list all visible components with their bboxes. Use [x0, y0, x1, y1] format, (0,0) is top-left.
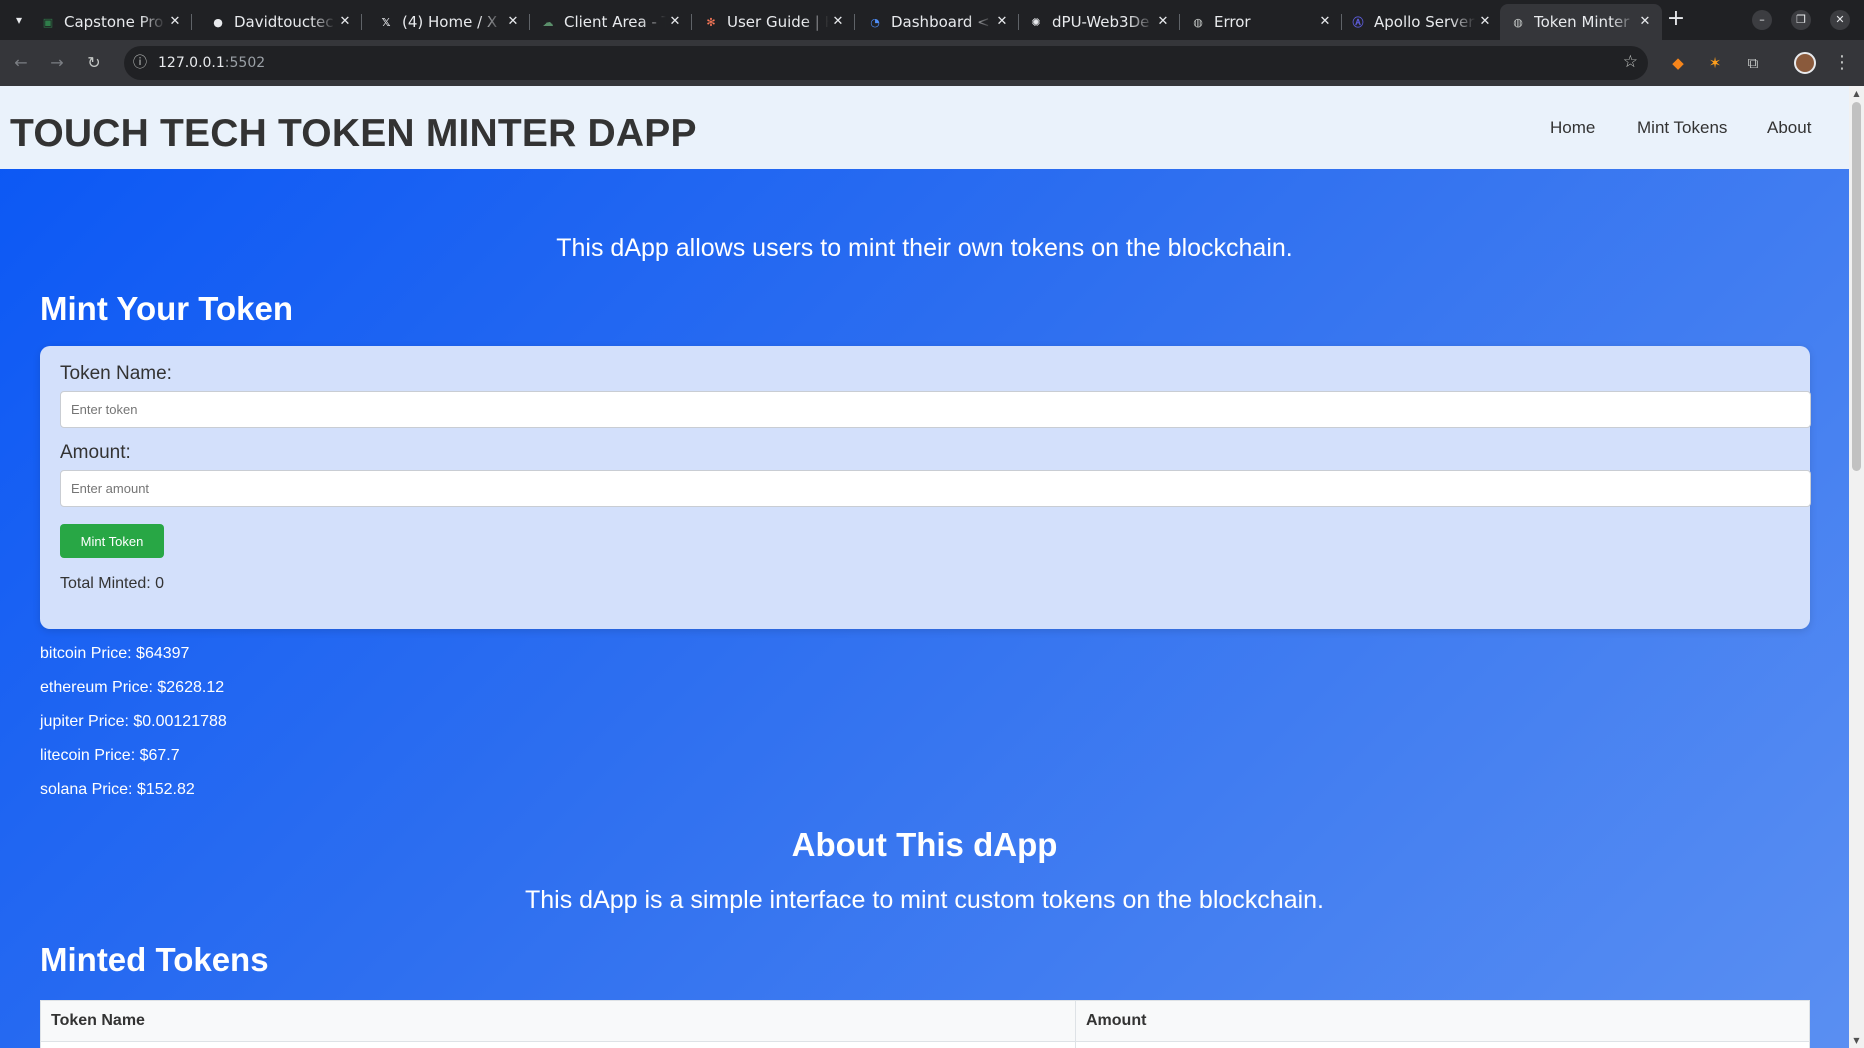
tab-title: Token Minter — [1534, 13, 1630, 31]
about-text: This dApp is a simple interface to mint … — [525, 886, 1324, 914]
table-cell — [1075, 1041, 1810, 1048]
tab-title: Apollo Server — [1374, 13, 1475, 31]
forward-button[interactable]: → — [46, 52, 68, 74]
restore-button[interactable]: ❐ — [1791, 10, 1811, 30]
url-text[interactable]: 127.0.0.1:5502 — [158, 55, 265, 71]
site-title: TOUCH TECH TOKEN MINTER DAPP — [10, 112, 697, 155]
tab-close-icon[interactable]: ✕ — [1476, 13, 1494, 31]
about-heading: About This dApp — [791, 826, 1058, 863]
x-icon: 𝕏 — [381, 15, 391, 29]
browser-tab[interactable]: ● Davidtouctec ✕ — [200, 4, 362, 40]
site-header: TOUCH TECH TOKEN MINTER DAPP Home Mint T… — [0, 86, 1849, 169]
total-minted-text: Total Minted: 0 — [60, 575, 165, 592]
bookmark-star-icon[interactable]: ☆ — [1623, 52, 1638, 72]
tab-close-icon[interactable]: ✕ — [336, 13, 354, 31]
minimize-button[interactable]: – — [1752, 10, 1772, 30]
column-header-amount: Amount — [1075, 1000, 1810, 1042]
openai-icon: ✺ — [1031, 15, 1041, 29]
new-tab-button[interactable]: + — [1664, 8, 1688, 32]
token-name-label: Token Name: — [60, 363, 172, 384]
tab-strip: ▾ ▣ Capstone Pro ✕ ● Davidtouctec ✕ 𝕏 (4) Home … — [0, 0, 1864, 40]
window-close-button[interactable]: ✕ — [1830, 10, 1850, 30]
intro-text: This dApp allows users to mint their own… — [556, 234, 1293, 262]
browser-tab[interactable]: ◔ Dashboard < ✕ — [857, 4, 1019, 40]
profile-avatar[interactable] — [1794, 52, 1816, 74]
minted-tokens-table: Token Name Amount — [40, 1000, 1810, 1048]
browser-tab[interactable]: ▣ Capstone Pro ✕ — [30, 4, 192, 40]
scroll-down-arrow-icon[interactable]: ▼ — [1849, 1033, 1864, 1048]
browser-tab[interactable]: 𝕏 (4) Home / X ✕ — [368, 4, 530, 40]
browser-menu-icon[interactable]: ⋮ — [1832, 52, 1852, 74]
nav-mint-tokens-link[interactable]: Mint Tokens — [1637, 118, 1727, 138]
tab-close-icon[interactable]: ✕ — [993, 13, 1011, 31]
minted-tokens-heading: Minted Tokens — [40, 941, 269, 978]
address-bar[interactable]: ⓘ 127.0.0.1:5502 ☆ — [124, 46, 1648, 80]
browser-tab[interactable]: Ⓐ Apollo Server ✕ — [1340, 4, 1502, 40]
browser-tab[interactable]: ☁ Client Area - T ✕ — [530, 4, 692, 40]
mint-token-button[interactable]: Mint Token — [60, 524, 164, 558]
page-viewport: TOUCH TECH TOKEN MINTER DAPP Home Mint T… — [0, 86, 1864, 1048]
browser-toolbar: ← → ↻ ⓘ 127.0.0.1:5502 ☆ ◆ ✶ ⧉ ⋮ — [0, 40, 1864, 86]
page-scrollbar[interactable]: ▲ ▼ — [1849, 86, 1864, 1048]
table-row — [40, 1041, 1810, 1048]
tab-close-icon[interactable]: ✕ — [1316, 13, 1334, 31]
tab-title: Error — [1214, 13, 1251, 31]
price-litecoin: litecoin Price: $67.7 — [40, 747, 180, 764]
tab-title: Capstone Pro — [64, 13, 164, 31]
apollo-icon: Ⓐ — [1352, 16, 1364, 29]
browser-tab[interactable]: ✻ User Guide | H ✕ — [693, 4, 855, 40]
table-header-row: Token Name Amount — [40, 1000, 1810, 1042]
mint-form-card: Token Name: Amount: Mint Token Total Min… — [40, 346, 1811, 629]
back-button[interactable]: ← — [10, 52, 32, 74]
tab-close-icon[interactable]: ✕ — [504, 13, 522, 31]
tab-search-button[interactable]: ▾ — [8, 9, 30, 31]
tab-title: Dashboard < — [891, 13, 990, 31]
tab-title: User Guide | H — [727, 13, 829, 31]
capstone-icon: ▣ — [42, 15, 54, 29]
tab-close-icon[interactable]: ✕ — [829, 13, 847, 31]
token-name-input[interactable] — [60, 391, 1811, 428]
table-cell — [40, 1041, 1076, 1048]
tab-close-icon[interactable]: ✕ — [666, 13, 684, 31]
globe-icon: ◍ — [1193, 15, 1203, 29]
price-solana: solana Price: $152.82 — [40, 781, 195, 798]
github-icon: ● — [213, 15, 223, 29]
cloud-icon: ☁ — [542, 15, 554, 29]
column-header-token-name: Token Name — [40, 1000, 1076, 1042]
scroll-up-arrow-icon[interactable]: ▲ — [1849, 86, 1864, 101]
tab-close-icon[interactable]: ✕ — [1636, 13, 1654, 31]
spark-extension-icon[interactable]: ✶ — [1704, 52, 1726, 74]
scrollbar-thumb[interactable] — [1852, 102, 1861, 471]
tab-close-icon[interactable]: ✕ — [1154, 13, 1172, 31]
tab-close-icon[interactable]: ✕ — [166, 13, 184, 31]
tab-title: Davidtouctec — [234, 13, 334, 31]
price-bitcoin: bitcoin Price: $64397 — [40, 645, 190, 662]
site-info-icon[interactable]: ⓘ — [128, 51, 152, 75]
browser-tab[interactable]: ◍ Error ✕ — [1180, 4, 1342, 40]
globe-icon: ◍ — [1513, 15, 1523, 29]
browser-tab[interactable]: ◍ Token Minter ✕ — [1500, 4, 1662, 40]
nav-about-link[interactable]: About — [1767, 118, 1811, 138]
hubspot-icon: ✻ — [706, 15, 716, 29]
amount-label: Amount: — [60, 442, 131, 463]
metamask-extension-icon[interactable]: ◆ — [1667, 52, 1689, 74]
browser-window: ▾ ▣ Capstone Pro ✕ ● Davidtouctec ✕ 𝕏 (4) Home … — [0, 0, 1864, 1048]
nav-home-link[interactable]: Home — [1550, 118, 1595, 138]
dashboard-icon: ◔ — [870, 15, 880, 29]
browser-tab[interactable]: ✺ dPU-Web3De ✕ — [1018, 4, 1180, 40]
mint-heading: Mint Your Token — [40, 290, 293, 327]
reload-button[interactable]: ↻ — [83, 52, 105, 74]
tab-title: dPU-Web3De — [1052, 13, 1150, 31]
price-ethereum: ethereum Price: $2628.12 — [40, 679, 225, 696]
extensions-puzzle-icon[interactable]: ⧉ — [1742, 52, 1764, 74]
tab-title: (4) Home / X — [402, 13, 498, 31]
amount-input[interactable] — [60, 470, 1811, 507]
price-jupiter: jupiter Price: $0.00121788 — [40, 713, 227, 730]
tab-title: Client Area - T — [564, 13, 666, 31]
